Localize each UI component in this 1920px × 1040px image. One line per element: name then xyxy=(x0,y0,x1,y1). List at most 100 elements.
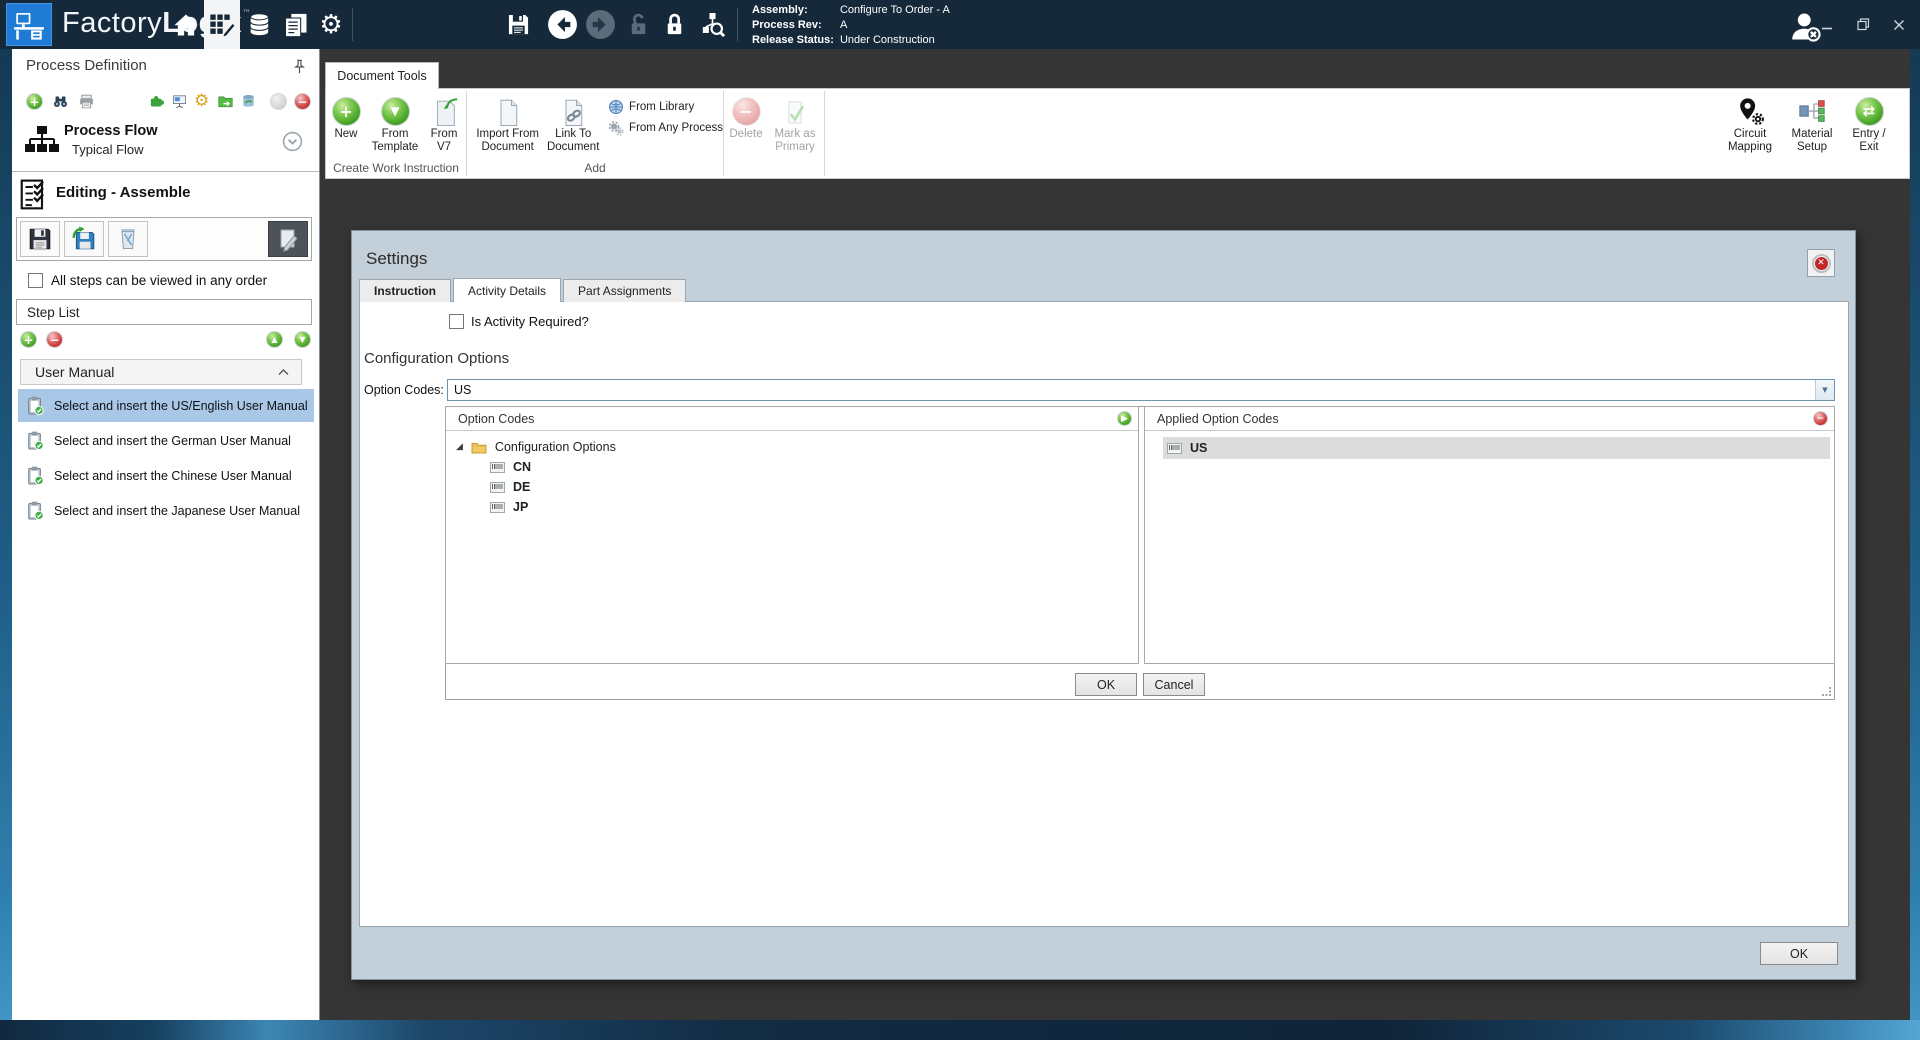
applied-option-code-label: US xyxy=(1190,441,1207,455)
panel-toolbar: + ⚙ − xyxy=(12,93,319,113)
remove-option-code-icon[interactable]: − xyxy=(1813,411,1828,426)
tab-instruction[interactable]: Instruction xyxy=(359,279,451,302)
process-definition-panel: Process Definition + ⚙ − P xyxy=(12,49,320,1020)
add-step-icon[interactable]: + xyxy=(20,331,37,348)
applied-option-code-item[interactable]: US xyxy=(1163,437,1830,459)
tab-document-tools[interactable]: Document Tools xyxy=(325,62,439,89)
minimize-icon[interactable] xyxy=(1814,13,1840,37)
process-definition-nav-icon[interactable] xyxy=(204,0,240,49)
from-v7-button[interactable]: From V7 xyxy=(424,92,464,156)
minus-sphere-icon: − xyxy=(732,97,761,126)
release-status-value: Under Construction xyxy=(840,33,950,47)
editing-header: Editing - Assemble xyxy=(12,175,319,215)
titlebar-divider xyxy=(737,8,738,41)
tree-item[interactable]: JP xyxy=(446,497,1138,517)
step-item[interactable]: Select and insert the Japanese User Manu… xyxy=(18,494,314,527)
export-step-button[interactable] xyxy=(64,221,104,257)
dialog-close-button[interactable]: ✕ xyxy=(1807,249,1835,277)
import-from-document-button[interactable]: Import From Document xyxy=(471,92,544,156)
new-button[interactable]: + New xyxy=(326,92,366,143)
circuit-mapping-button[interactable]: Circuit Mapping xyxy=(1719,92,1781,156)
step-clipboard-icon xyxy=(26,395,44,416)
configuration-options-heading: Configuration Options xyxy=(364,350,509,367)
process-search-icon[interactable] xyxy=(694,0,730,49)
tree-expander-icon[interactable]: ◢ xyxy=(456,442,463,452)
edit-instruction-button[interactable] xyxy=(268,221,308,257)
any-order-label: All steps can be viewed in any order xyxy=(51,273,267,288)
globe-icon xyxy=(608,99,624,115)
from-template-button[interactable]: ▼ From Template xyxy=(366,92,424,156)
close-icon[interactable] xyxy=(1886,13,1912,37)
assembly-info: Assembly: Configure To Order - A Process… xyxy=(752,3,950,47)
option-codes-groupbox: Option Codes ▶ ◢ Configuration Options C… xyxy=(445,406,1835,700)
is-activity-required-checkbox[interactable] xyxy=(449,314,464,329)
print-icon[interactable] xyxy=(78,93,95,110)
home-icon[interactable] xyxy=(168,0,204,49)
dialog-ok-label: OK xyxy=(1790,947,1808,961)
lock-icon[interactable] xyxy=(656,0,692,49)
is-activity-required-row: Is Activity Required? xyxy=(449,314,589,329)
remove-icon[interactable]: − xyxy=(294,93,311,110)
dialog-ok-button[interactable]: OK xyxy=(1760,942,1838,965)
tree-item[interactable]: CN xyxy=(446,457,1138,477)
search-binoculars-icon[interactable] xyxy=(52,93,69,110)
database-sync-icon[interactable] xyxy=(240,93,257,110)
back-icon[interactable] xyxy=(544,0,580,49)
resize-grip[interactable] xyxy=(1822,687,1832,697)
export-folder-icon[interactable] xyxy=(217,93,234,110)
tree-root-row[interactable]: ◢ Configuration Options xyxy=(446,437,1138,457)
link-to-document-button[interactable]: Link To Document xyxy=(544,92,602,156)
step-item-label: Select and insert the Chinese User Manua… xyxy=(54,469,292,483)
from-library-button[interactable]: From Library xyxy=(608,99,723,115)
settings-gear-icon[interactable]: ⚙ xyxy=(313,0,349,49)
step-item[interactable]: Select and insert the German User Manual xyxy=(18,424,314,457)
user-manual-group-title: User Manual xyxy=(35,364,114,380)
step-list-header: Step List xyxy=(16,299,312,325)
apply-option-code-icon[interactable]: ▶ xyxy=(1117,411,1132,426)
move-down-icon[interactable]: ▼ xyxy=(294,331,311,348)
options-gear-icon[interactable]: ⚙ xyxy=(194,93,211,110)
data-management-icon[interactable] xyxy=(242,0,278,49)
barcode-icon xyxy=(490,482,505,493)
process-puzzle-icon[interactable] xyxy=(148,93,165,110)
reports-icon[interactable] xyxy=(278,0,314,49)
save-step-button[interactable] xyxy=(20,221,60,257)
any-order-checkbox-row: All steps can be viewed in any order xyxy=(28,273,267,288)
app-logo xyxy=(6,3,52,46)
move-up-icon[interactable]: ▲ xyxy=(266,331,283,348)
collapse-circle-icon[interactable] xyxy=(282,131,303,157)
from-any-process-label: From Any Process xyxy=(629,122,723,134)
option-codes-label: Option Codes: xyxy=(364,383,444,397)
from-any-process-button[interactable]: From Any Process xyxy=(608,120,723,136)
mark-as-primary-label: Mark as Primary xyxy=(769,128,821,154)
window-frame-right xyxy=(1910,49,1920,1040)
ok-button-label: OK xyxy=(1097,678,1115,692)
option-codes-combobox[interactable]: US ▼ xyxy=(447,379,1835,401)
remove-step-icon[interactable]: − xyxy=(46,331,63,348)
process-flow-item[interactable]: Process Flow Typical Flow xyxy=(12,121,319,167)
combobox-dropdown-icon[interactable]: ▼ xyxy=(1815,380,1834,400)
trash-icon xyxy=(116,226,140,252)
step-item[interactable]: Select and insert the US/English User Ma… xyxy=(18,389,314,422)
step-list-toolbar: + − ▲ ▼ xyxy=(12,331,319,351)
ok-button[interactable]: OK xyxy=(1075,673,1137,696)
entry-exit-label: Entry / Exit xyxy=(1844,128,1894,154)
process-rev-label: Process Rev: xyxy=(752,18,834,32)
is-activity-required-label: Is Activity Required? xyxy=(471,314,589,329)
tab-part-assignments[interactable]: Part Assignments xyxy=(563,279,686,302)
restore-icon[interactable] xyxy=(1850,13,1876,37)
entry-exit-button[interactable]: ⇄ Entry / Exit xyxy=(1843,92,1895,156)
presentation-icon[interactable] xyxy=(171,93,188,110)
any-order-checkbox[interactable] xyxy=(28,273,43,288)
cancel-button[interactable]: Cancel xyxy=(1143,673,1205,696)
delete-step-button[interactable] xyxy=(108,221,148,257)
add-icon[interactable]: + xyxy=(26,93,43,110)
pin-icon[interactable] xyxy=(292,59,307,79)
step-item[interactable]: Select and insert the Chinese User Manua… xyxy=(18,459,314,492)
tree-item[interactable]: DE xyxy=(446,477,1138,497)
tab-activity-details[interactable]: Activity Details xyxy=(453,278,561,302)
material-setup-button[interactable]: Material Setup xyxy=(1781,92,1843,156)
user-manual-group-header[interactable]: User Manual xyxy=(20,359,302,385)
chevron-up-icon xyxy=(278,369,289,376)
save-icon[interactable] xyxy=(500,0,536,49)
